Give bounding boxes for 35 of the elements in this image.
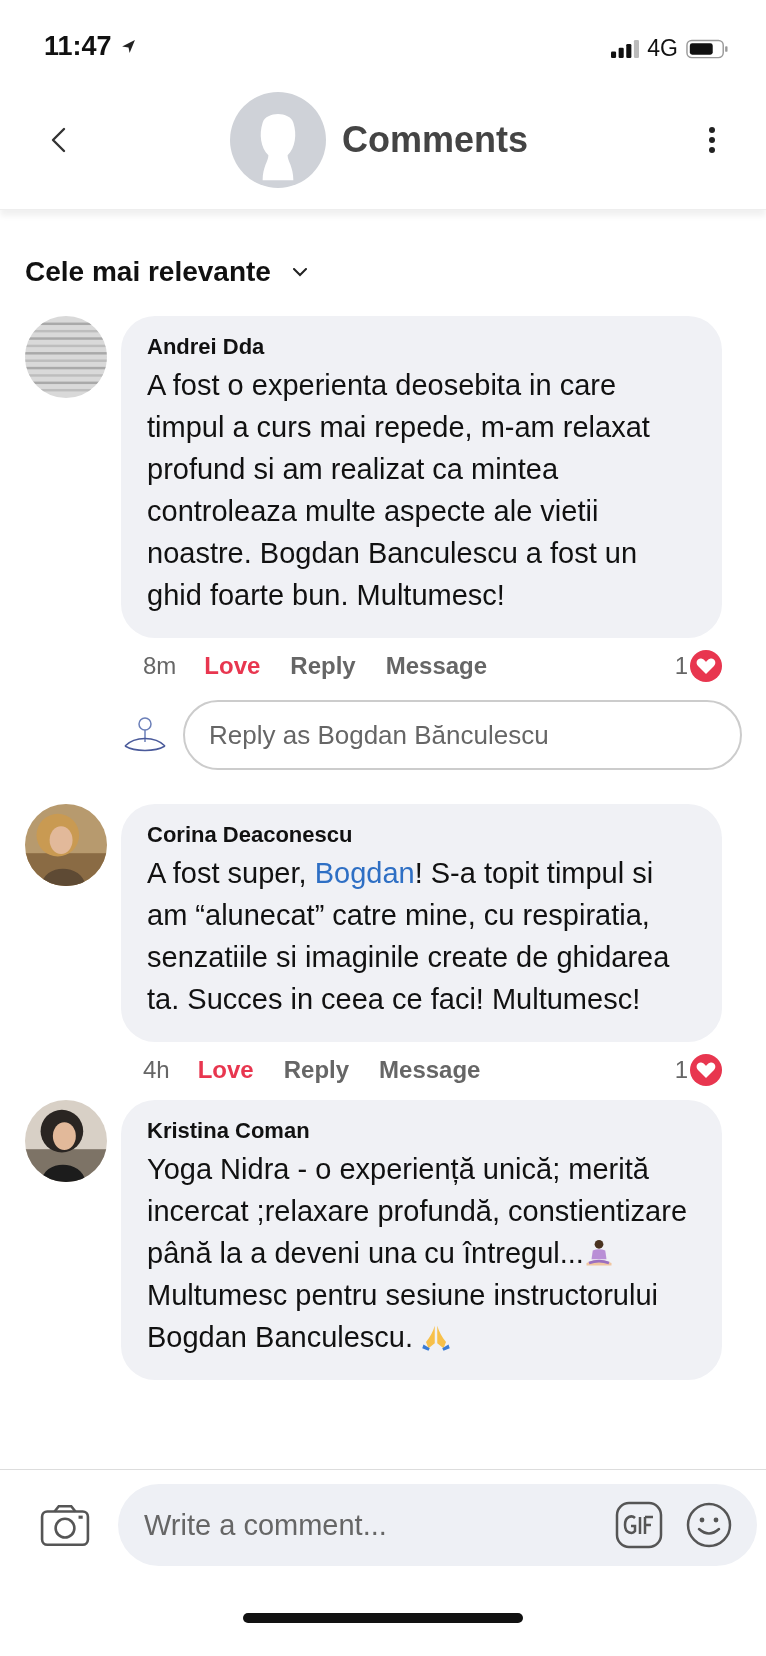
- heart-reaction-icon: [690, 1054, 722, 1086]
- author-name[interactable]: Corina Deaconescu: [147, 822, 696, 848]
- clock-time: 11:47: [44, 31, 112, 62]
- emoji-icon[interactable]: [685, 1501, 733, 1549]
- sort-dropdown[interactable]: Cele mai relevante: [25, 256, 307, 288]
- comment-time: 4h: [143, 1056, 170, 1084]
- author-name[interactable]: Andrei Dda: [147, 334, 696, 360]
- camera-icon[interactable]: [40, 1503, 90, 1547]
- comment-text: A fost super, Bogdan! S-a topit timpul si am “alunecat” catre mine, cu respiratia, senzatiile si imaginile create de ghidarea ta. Succes in ceea ce faci! Multumesc!: [147, 856, 671, 1017]
- back-icon[interactable]: [50, 126, 67, 153]
- more-options-icon[interactable]: [708, 125, 716, 154]
- heart-reaction-icon: [690, 650, 722, 682]
- page-title: Comments: [342, 118, 529, 161]
- reaction-count: 1: [674, 652, 688, 680]
- gif-icon[interactable]: [615, 1501, 663, 1549]
- reply-field[interactable]: Reply as Bogdan Bănculescu: [183, 700, 742, 770]
- comment-text: Yoga Nidra - o experiență unică; merită incercat ;relaxare profundă, constientizare până la a deveni una cu întregul... Multumesc pentru sesiune instructorului Bogdan Banculescu.: [147, 1152, 688, 1355]
- chevron-down-icon: [292, 267, 307, 277]
- message-link[interactable]: Message: [385, 652, 488, 680]
- network-label: 4G: [647, 35, 678, 62]
- love-link[interactable]: Love: [204, 652, 261, 680]
- message-link[interactable]: Message: [379, 1056, 481, 1084]
- location-arrow-icon: [119, 39, 136, 54]
- battery-icon: [686, 38, 728, 59]
- comment-text: A fost o experienta deosebita in care timpul a curs mai repede, m-am relaxat profund si am realizat ca mintea controleaza multe aspecte ale vietii noastre. Bogdan Banculescu a fost un ghid foarte bun. Multumesc!: [147, 368, 651, 613]
- comment-time: 8m: [143, 652, 177, 680]
- love-link[interactable]: Love: [197, 1056, 254, 1084]
- comment-field[interactable]: Write a comment...: [118, 1484, 757, 1566]
- signal-icon: [611, 39, 640, 58]
- reply-link[interactable]: Reply: [290, 652, 356, 680]
- mention-link[interactable]: Bogdan: [314, 857, 415, 889]
- author-name[interactable]: Kristina Coman: [147, 1118, 696, 1144]
- avatar-icon: [230, 91, 326, 188]
- reply-link[interactable]: Reply: [283, 1056, 350, 1084]
- reaction-count: 1: [674, 1056, 688, 1084]
